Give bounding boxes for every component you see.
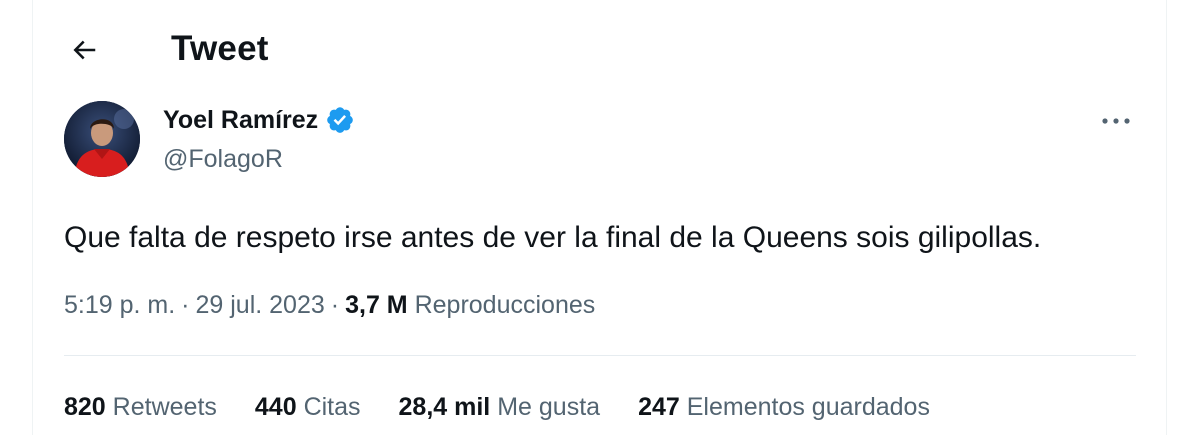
views-label[interactable]: Reproducciones <box>415 291 596 319</box>
tweet-time[interactable]: 5:19 p. m. <box>64 291 175 319</box>
stat-count: 247 <box>638 393 680 421</box>
avatar[interactable] <box>64 101 140 177</box>
divider <box>64 355 1136 356</box>
tweet-meta: 5:19 p. m. · 29 jul. 2023 · 3,7 M Reproducci… <box>64 288 595 322</box>
arrow-left-icon <box>73 40 96 60</box>
stat-label: Retweets <box>112 393 217 421</box>
stat-likes[interactable]: 28,4 mil Me gusta <box>399 390 601 424</box>
stat-count: 820 <box>64 393 106 421</box>
ellipsis-icon <box>1102 118 1130 124</box>
views-count[interactable]: 3,7 M <box>345 291 408 319</box>
tweet-page: Tweet Yoel Ramírez @FolagoR Que falta de… <box>0 0 1200 435</box>
tweet-text: Que falta de respeto irse antes de ver l… <box>64 221 1042 254</box>
author-handle[interactable]: @FolagoR <box>163 143 283 175</box>
stat-label: Elementos guardados <box>686 393 930 421</box>
column-border-left <box>32 0 33 435</box>
author-name-text[interactable]: Yoel Ramírez <box>163 104 318 136</box>
stat-count: 28,4 mil <box>398 393 491 421</box>
author-name[interactable]: Yoel Ramírez <box>163 104 355 136</box>
stat-label: Citas <box>303 393 361 421</box>
verified-badge-icon[interactable] <box>325 105 355 135</box>
stat-quotes[interactable]: 440 Citas <box>255 390 361 424</box>
tweet-date[interactable]: 29 jul. 2023 <box>196 291 325 319</box>
meta-separator: · <box>330 291 340 319</box>
stat-count: 440 <box>254 393 297 421</box>
column-border-right <box>1166 0 1167 435</box>
meta-separator: · <box>181 291 190 319</box>
stat-retweets[interactable]: 820 Retweets <box>64 390 217 424</box>
back-button[interactable] <box>54 22 114 78</box>
stat-bookmarks[interactable]: 247 Elementos guardados <box>638 390 930 424</box>
more-options-button[interactable] <box>1096 106 1136 136</box>
page-title: Tweet <box>171 29 269 68</box>
stat-label: Me gusta <box>497 393 601 421</box>
engagement-stats: 820 Retweets 440 Citas 28,4 mil Me gusta… <box>64 390 968 424</box>
avatar-image <box>64 101 140 177</box>
